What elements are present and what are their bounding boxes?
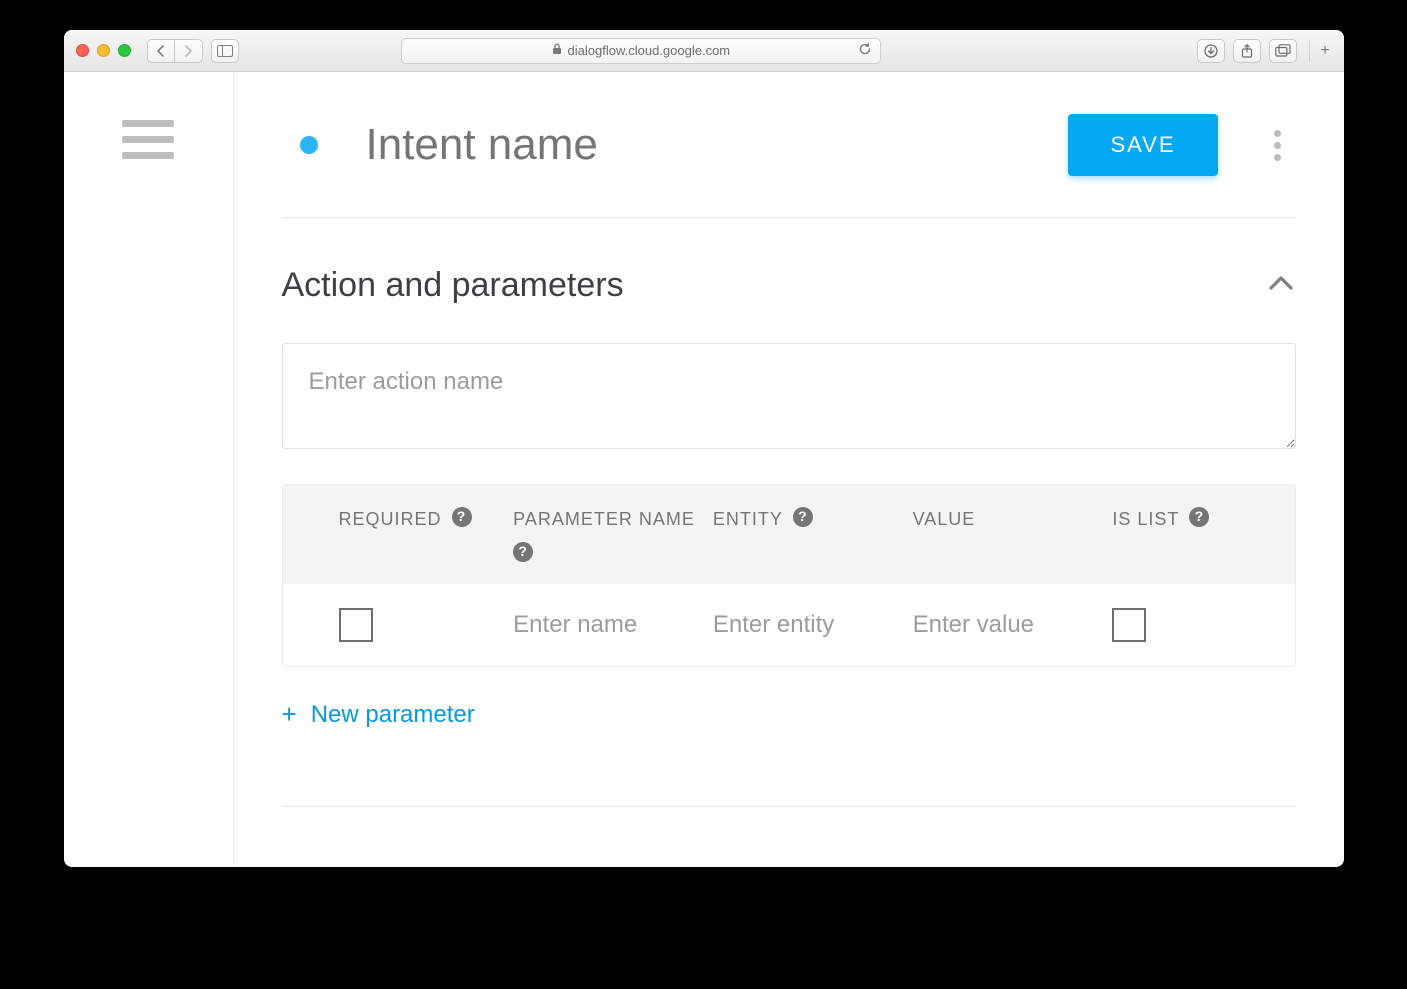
help-icon[interactable]: ? <box>1189 507 1209 527</box>
menu-icon[interactable] <box>122 120 174 867</box>
section-header[interactable]: Action and parameters <box>282 266 1296 305</box>
table-row <box>283 584 1295 666</box>
is-list-cell <box>1112 608 1262 642</box>
more-menu-icon[interactable] <box>1260 130 1296 161</box>
value-cell <box>913 611 1101 639</box>
url-text: dialogflow.cloud.google.com <box>568 43 731 58</box>
entity-cell <box>713 611 901 639</box>
window-controls <box>76 44 131 57</box>
th-parameter-name-label: PARAMETER NAME <box>513 507 695 532</box>
main-content: SAVE Action and parameters REQUIRED ? <box>234 72 1344 867</box>
new-tab-button[interactable]: + <box>1309 40 1331 62</box>
reload-icon[interactable] <box>858 42 872 59</box>
safari-window: dialogflow.cloud.google.com + <box>64 30 1344 867</box>
table-header-row: REQUIRED ? PARAMETER NAME ? ENTITY ? VAL… <box>283 485 1295 584</box>
param-entity-input[interactable] <box>713 611 901 639</box>
th-entity-label: ENTITY <box>713 507 783 532</box>
required-checkbox[interactable] <box>339 608 373 642</box>
safari-titlebar: dialogflow.cloud.google.com + <box>64 30 1344 72</box>
parameters-table: REQUIRED ? PARAMETER NAME ? ENTITY ? VAL… <box>282 484 1296 667</box>
tabs-button[interactable] <box>1269 39 1297 63</box>
th-parameter-name: PARAMETER NAME ? <box>513 507 701 562</box>
help-icon[interactable]: ? <box>793 507 813 527</box>
lock-icon <box>552 43 562 58</box>
required-cell <box>339 608 502 642</box>
forward-button[interactable] <box>175 39 203 63</box>
intent-name-input[interactable] <box>342 120 1045 170</box>
left-sidebar <box>64 72 234 867</box>
minimize-window-button[interactable] <box>97 44 110 57</box>
back-button[interactable] <box>147 39 175 63</box>
new-parameter-label: New parameter <box>311 701 475 729</box>
is-list-checkbox[interactable] <box>1112 608 1146 642</box>
sidebar-toggle-button[interactable] <box>211 39 239 63</box>
th-required: REQUIRED ? <box>339 507 502 532</box>
url-bar[interactable]: dialogflow.cloud.google.com <box>401 38 881 64</box>
th-is-list: IS LIST ? <box>1112 507 1262 532</box>
param-name-input[interactable] <box>513 611 701 639</box>
th-required-label: REQUIRED <box>339 507 442 532</box>
save-button[interactable]: SAVE <box>1068 114 1217 176</box>
chevron-up-icon[interactable] <box>1266 268 1296 303</box>
close-window-button[interactable] <box>76 44 89 57</box>
th-value: VALUE <box>913 507 1101 532</box>
param-value-input[interactable] <box>913 611 1101 639</box>
intent-header: SAVE <box>282 72 1296 217</box>
share-button[interactable] <box>1233 39 1261 63</box>
name-cell <box>513 611 701 639</box>
new-parameter-button[interactable]: + New parameter <box>282 693 475 736</box>
page-body: SAVE Action and parameters REQUIRED ? <box>64 72 1344 867</box>
zoom-window-button[interactable] <box>118 44 131 57</box>
intent-indicator-dot <box>300 136 318 154</box>
plus-icon: + <box>282 699 297 730</box>
action-name-input[interactable] <box>282 343 1296 449</box>
th-value-label: VALUE <box>913 507 976 532</box>
help-icon[interactable]: ? <box>452 507 472 527</box>
nav-buttons <box>147 39 203 63</box>
divider <box>282 806 1296 807</box>
help-icon[interactable]: ? <box>513 542 533 562</box>
toolbar-right <box>1197 39 1297 63</box>
section-title: Action and parameters <box>282 266 624 305</box>
th-entity: ENTITY ? <box>713 507 901 532</box>
downloads-button[interactable] <box>1197 39 1225 63</box>
th-is-list-label: IS LIST <box>1112 507 1179 532</box>
divider <box>282 217 1296 218</box>
